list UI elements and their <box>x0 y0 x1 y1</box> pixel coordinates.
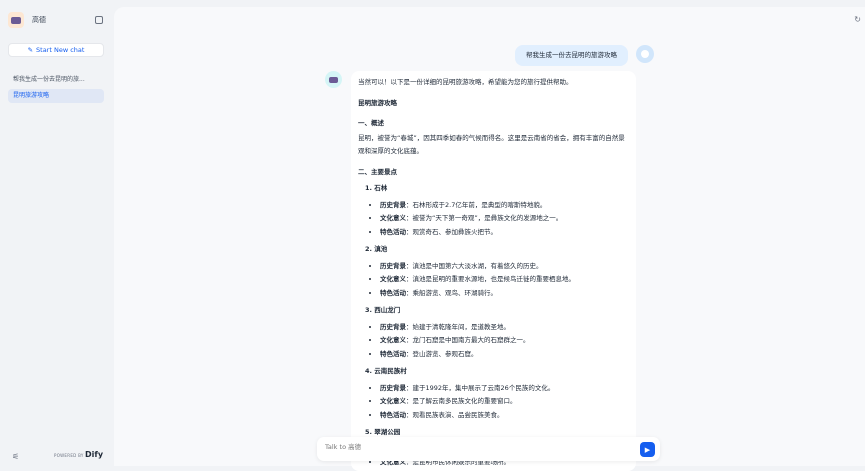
start-new-chat-button[interactable]: ✎ Start New chat <box>8 43 104 57</box>
detail-key: 历史背景 <box>380 383 406 392</box>
sight-name: 1. 石林 <box>365 184 388 192</box>
detail-value: ：建于1992年，集中展示了云南26个民族的文化。 <box>406 383 555 392</box>
sight-item: 1. 石林历史背景：石林形成于2.7亿年前，是典型的喀斯特地貌。文化意义：被誉为… <box>358 182 629 239</box>
user-avatar <box>636 45 654 63</box>
sight-item: 4. 云南民族村历史背景：建于1992年，集中展示了云南26个民族的文化。文化意… <box>358 365 629 422</box>
chat-area: ↻ 帮我生成一份去昆明的旅游攻略 当然可以！以下是一份详细的昆明旅游攻略，希望能… <box>114 7 865 471</box>
detail-key: 特色活动 <box>380 410 406 419</box>
sight-detail: 文化意义：滇池是昆明的重要水源地，也是候鸟迁徙的重要栖息地。 <box>380 273 629 287</box>
start-new-chat-label: Start New chat <box>36 46 85 54</box>
bot-avatar <box>325 71 342 88</box>
sight-detail: 历史背景：石林形成于2.7亿年前，是典型的喀斯特地貌。 <box>380 199 629 213</box>
detail-key: 历史背景 <box>380 322 406 331</box>
intro-text: 当然可以！以下是一份详细的昆明旅游攻略，希望能为您的旅行提供帮助。 <box>358 78 573 86</box>
detail-value: ：被誉为“天下第一奇观”，是彝族文化的发源地之一。 <box>406 214 563 222</box>
sight-name: 2. 滇池 <box>365 245 388 253</box>
sight-name: 4. 云南民族村 <box>365 367 407 375</box>
detail-value: ：是了解云南多民族文化的重要窗口。 <box>406 397 517 405</box>
send-icon: ▶ <box>644 445 651 454</box>
detail-key: 文化意义 <box>380 275 406 283</box>
overview-text: 昆明，被誉为“春城”，因其四季如春的气候而得名。这里是云南省的省会，拥有丰富的自… <box>358 133 625 156</box>
settings-icon[interactable]: ⚟ <box>12 452 19 461</box>
sight-detail: 历史背景：建于1992年，集中展示了云南26个民族的文化。 <box>380 382 629 396</box>
sight-detail: 特色活动：登山游览、参观石窟。 <box>380 348 629 362</box>
sight-name: 3. 西山龙门 <box>365 306 401 314</box>
sight-detail: 历史背景：滇池是中国第六大淡水湖，有着悠久的历史。 <box>380 260 629 274</box>
sidebar: 高德 ✎ Start New chat 帮我生成一份去昆明的旅... 昆明旅游攻略… <box>0 0 113 466</box>
detail-key: 文化意义 <box>380 336 406 344</box>
sights-heading: 二、主要景点 <box>358 167 397 176</box>
send-button[interactable]: ▶ <box>640 442 655 457</box>
detail-value: ：龙门石窟是中国南方最大的石窟群之一。 <box>406 336 530 344</box>
chat-input[interactable] <box>325 443 625 451</box>
refresh-icon[interactable]: ↻ <box>854 15 861 24</box>
detail-value: ：滇池是中国第六大淡水湖，有着悠久的历史。 <box>406 261 543 270</box>
dify-logo: Dify <box>85 450 104 459</box>
detail-value: ：乘船游览、观鸟、环湖骑行。 <box>406 288 497 297</box>
conversation-item[interactable]: 帮我生成一份去昆明的旅... <box>8 73 104 87</box>
powered-by-label: POWERED BY <box>54 453 84 458</box>
sight-detail: 历史背景：始建于清乾隆年间，是道教圣地。 <box>380 321 629 335</box>
detail-key: 历史背景 <box>380 261 406 270</box>
detail-value: ：观赏奇石、参加彝族火把节。 <box>406 227 497 236</box>
detail-key: 历史背景 <box>380 200 406 209</box>
sight-detail: 特色活动：观看民族表演、品尝民族美食。 <box>380 409 629 423</box>
sight-detail: 文化意义：是了解云南多民族文化的重要窗口。 <box>380 395 629 409</box>
detail-key: 文化意义 <box>380 397 406 405</box>
detail-key: 特色活动 <box>380 349 406 358</box>
sight-item: 2. 滇池历史背景：滇池是中国第六大淡水湖，有着悠久的历史。文化意义：滇池是昆明… <box>358 243 629 300</box>
detail-value: ：始建于清乾隆年间，是道教圣地。 <box>406 322 510 331</box>
sight-detail: 特色活动：观赏奇石、参加彝族火把节。 <box>380 226 629 240</box>
detail-key: 特色活动 <box>380 288 406 297</box>
collapse-sidebar-icon[interactable] <box>95 16 103 24</box>
detail-value: ：登山游览、参观石窟。 <box>406 349 478 358</box>
sight-detail: 特色活动：乘船游览、观鸟、环湖骑行。 <box>380 287 629 301</box>
sight-detail: 文化意义：龙门石窟是中国南方最大的石窟群之一。 <box>380 334 629 348</box>
chat-input-bar: ▶ <box>317 437 660 461</box>
detail-value: ：观看民族表演、品尝民族美食。 <box>406 410 504 419</box>
edit-icon: ✎ <box>27 46 34 54</box>
sight-item: 3. 西山龙门历史背景：始建于清乾隆年间，是道教圣地。文化意义：龙门石窟是中国南… <box>358 304 629 361</box>
answer-title: 昆明旅游攻略 <box>358 98 397 107</box>
detail-key: 文化意义 <box>380 214 406 222</box>
detail-value: ：滇池是昆明的重要水源地，也是候鸟迁徙的重要栖息地。 <box>406 275 575 283</box>
bot-message: 当然可以！以下是一份详细的昆明旅游攻略，希望能为您的旅行提供帮助。 昆明旅游攻略… <box>351 71 636 471</box>
detail-key: 特色活动 <box>380 227 406 236</box>
detail-value: ：石林形成于2.7亿年前，是典型的喀斯特地貌。 <box>406 200 547 209</box>
sights-list: 1. 石林历史背景：石林形成于2.7亿年前，是典型的喀斯特地貌。文化意义：被誉为… <box>358 182 629 470</box>
sight-detail: 文化意义：被誉为“天下第一奇观”，是彝族文化的发源地之一。 <box>380 212 629 226</box>
app-logo <box>8 12 24 28</box>
overview-heading: 一、概述 <box>358 119 384 127</box>
user-message: 帮我生成一份去昆明的旅游攻略 <box>515 45 628 66</box>
conversation-item-active[interactable]: 昆明旅游攻略 <box>8 89 104 103</box>
app-name: 高德 <box>32 16 46 24</box>
